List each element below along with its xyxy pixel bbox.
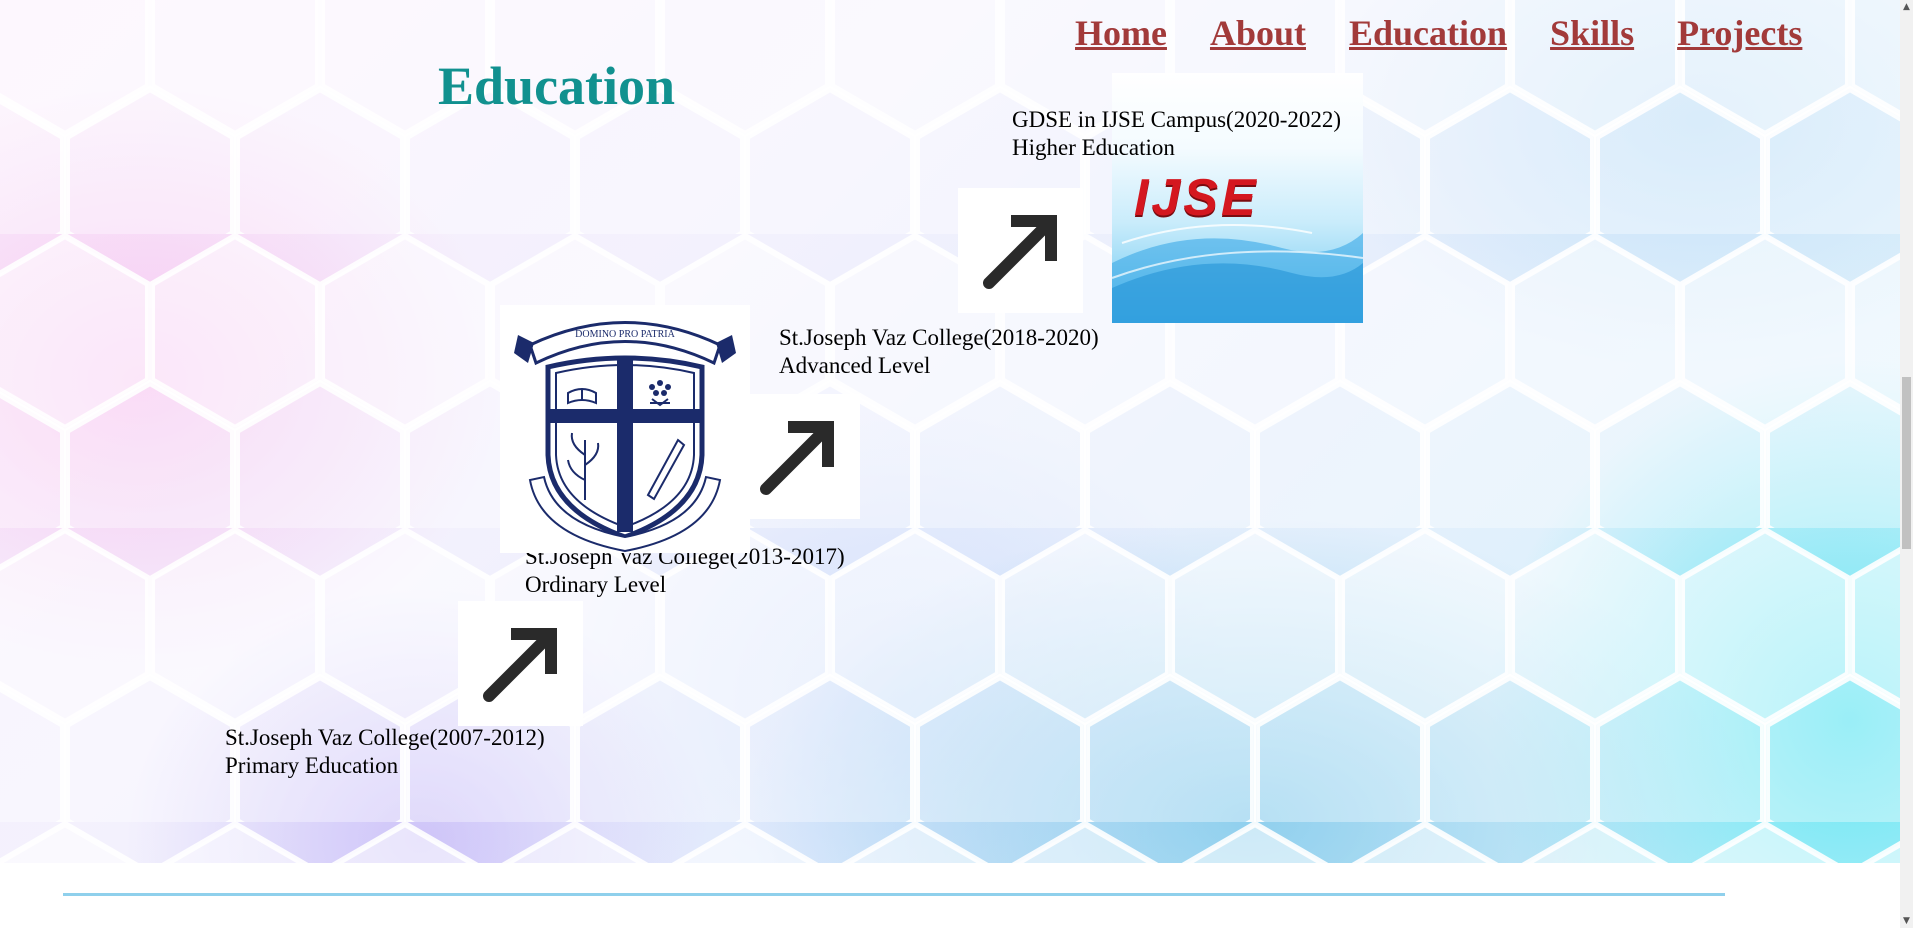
nav-link-projects[interactable]: Projects: [1677, 12, 1802, 54]
entry-level: Higher Education: [1012, 135, 1175, 160]
timeline-entry-higher: GDSE in IJSE Campus(2020-2022) Higher Ed…: [1012, 106, 1341, 162]
timeline-entry-advanced: St.Joseph Vaz College(2018-2020) Advance…: [779, 324, 1099, 380]
entry-level: Advanced Level: [779, 353, 931, 378]
entry-level: Ordinary Level: [525, 572, 667, 597]
entry-school: St.Joseph Vaz College(2018-2020): [779, 325, 1099, 350]
nav-link-home[interactable]: Home: [1075, 12, 1167, 54]
crest-motto: DOMINO PRO PATRIA: [575, 329, 675, 340]
arrow-up-right-icon: [958, 188, 1083, 313]
section-title: Education: [438, 56, 676, 116]
section-divider: [63, 893, 1725, 896]
scroll-down-icon[interactable]: ▼: [1900, 914, 1913, 928]
scroll-up-icon[interactable]: ▲: [1900, 0, 1913, 14]
education-section: Home About Education Skills Projects Edu…: [0, 0, 1900, 863]
nav-link-education[interactable]: Education: [1349, 12, 1507, 54]
arrow-up-right-icon: [458, 601, 583, 726]
arrow-up-right-icon: [735, 394, 860, 519]
scrollbar-thumb[interactable]: [1902, 377, 1911, 549]
nav-link-skills[interactable]: Skills: [1550, 12, 1634, 54]
ijse-logo-text: IJSE: [1134, 169, 1259, 227]
entry-school: GDSE in IJSE Campus(2020-2022): [1012, 107, 1342, 132]
nav-link-about[interactable]: About: [1210, 12, 1306, 54]
school-crest-icon: DOMINO PRO PATRIA: [500, 305, 750, 553]
entry-level: Primary Education: [225, 753, 399, 778]
top-navigation: Home About Education Skills Projects: [1075, 12, 1802, 54]
vertical-scrollbar[interactable]: ▲ ▼: [1900, 0, 1913, 928]
timeline-entry-primary: St.Joseph Vaz College(2007-2012) Primary…: [225, 724, 545, 780]
entry-school: St.Joseph Vaz College(2007-2012): [225, 725, 545, 750]
